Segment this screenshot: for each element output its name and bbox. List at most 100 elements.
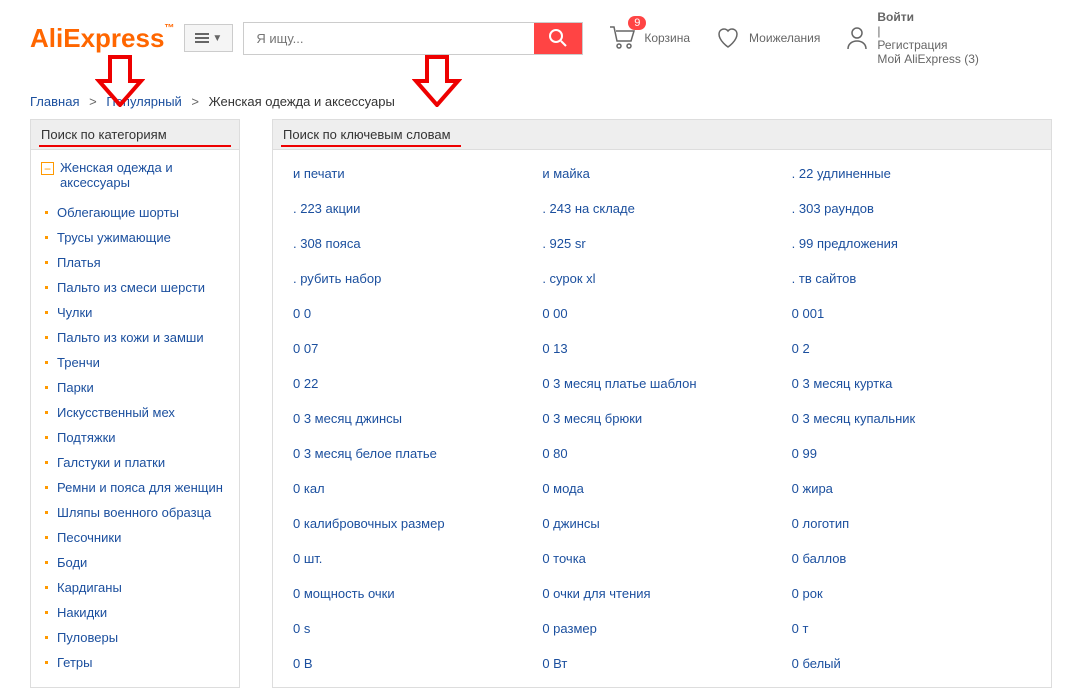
keyword-link[interactable]: . 223 акции — [293, 201, 532, 216]
search-button[interactable] — [534, 23, 582, 54]
keyword-link[interactable]: 0 07 — [293, 341, 532, 356]
logo-express: Express — [63, 23, 164, 53]
keyword-link[interactable]: 0 22 — [293, 376, 532, 391]
category-item: Искусственный мех — [41, 400, 229, 425]
sidebar-title: Поиск по категориям — [41, 127, 167, 142]
keyword-link[interactable]: 0 логотип — [792, 516, 1031, 531]
category-link[interactable]: Тренчи — [57, 355, 100, 370]
category-list: Облегающие шорты Трусы ужимающие Платья Пал… — [41, 200, 229, 675]
category-link[interactable]: Пальто из кожи и замши — [57, 330, 204, 345]
category-item: Пуловеры — [41, 625, 229, 650]
keyword-link[interactable]: . 22 удлиненные — [792, 166, 1031, 181]
keyword-link[interactable]: 0 размер — [542, 621, 781, 636]
wishlist-link[interactable]: Моижелания — [715, 26, 820, 50]
category-item: Песочники — [41, 525, 229, 550]
keyword-link[interactable]: 0 2 — [792, 341, 1031, 356]
category-item: Кардиганы — [41, 575, 229, 600]
keyword-link[interactable]: 0 0 — [293, 306, 532, 321]
keyword-link[interactable]: 0 3 месяц куртка — [792, 376, 1031, 391]
keyword-link[interactable]: 0 точка — [542, 551, 781, 566]
category-item: Чулки — [41, 300, 229, 325]
category-link[interactable]: Пальто из смеси шерсти — [57, 280, 205, 295]
keyword-link[interactable]: и печати — [293, 166, 532, 181]
category-item: Ремни и пояса для женщин — [41, 475, 229, 500]
keyword-link[interactable]: . 99 предложения — [792, 236, 1031, 251]
category-link[interactable]: Чулки — [57, 305, 92, 320]
keyword-link[interactable]: 0 80 — [542, 446, 781, 461]
cart-link[interactable]: 9 Корзина — [608, 24, 690, 53]
keyword-link[interactable]: 0 3 месяц джинсы — [293, 411, 532, 426]
category-link[interactable]: Накидки — [57, 605, 107, 620]
category-link[interactable]: Боди — [57, 555, 87, 570]
category-link[interactable]: Облегающие шорты — [57, 205, 179, 220]
register-link[interactable]: Регистрация — [877, 38, 979, 52]
keyword-link[interactable]: . сурок xl — [542, 271, 781, 286]
keyword-link[interactable]: 0 00 — [542, 306, 781, 321]
keyword-link[interactable]: . тв сайтов — [792, 271, 1031, 286]
heart-icon — [715, 26, 741, 50]
breadcrumb-current: Женская одежда и аксессуары — [209, 94, 395, 109]
category-link[interactable]: Шляпы военного образца — [57, 505, 211, 520]
keyword-link[interactable]: 0 3 месяц белое платье — [293, 446, 532, 461]
keyword-link[interactable]: 0 белый — [792, 656, 1031, 671]
category-item: Накидки — [41, 600, 229, 625]
keyword-link[interactable]: 0 13 — [542, 341, 781, 356]
keyword-link[interactable]: . 925 sr — [542, 236, 781, 251]
keyword-link[interactable]: . рубить набор — [293, 271, 532, 286]
login-link[interactable]: Войти — [877, 10, 914, 24]
search-form — [243, 22, 583, 55]
keyword-link[interactable]: 0 В — [293, 656, 532, 671]
keyword-link[interactable]: 0 3 месяц платье шаблон — [542, 376, 781, 391]
main-title: Поиск по ключевым словам — [283, 127, 451, 142]
category-link[interactable]: Платья — [57, 255, 101, 270]
keyword-link[interactable]: 0 шт. — [293, 551, 532, 566]
keyword-link[interactable]: 0 рок — [792, 586, 1031, 601]
keyword-link[interactable]: 0 001 — [792, 306, 1031, 321]
category-link[interactable]: Гетры — [57, 655, 93, 670]
keyword-link[interactable]: 0 s — [293, 621, 532, 636]
wishlist-bot: желания — [773, 31, 821, 45]
keyword-link[interactable]: 0 джинсы — [542, 516, 781, 531]
keyword-link[interactable]: 0 мода — [542, 481, 781, 496]
keyword-link[interactable]: 0 баллов — [792, 551, 1031, 566]
my-aliexpress[interactable]: Мой AliExpress (3) — [877, 52, 979, 66]
account-link[interactable]: Войти | Регистрация Мой AliExpress (3) — [845, 10, 979, 66]
logo[interactable]: AliExpress™ — [30, 23, 174, 54]
account-sep: | — [877, 24, 979, 38]
search-input[interactable] — [244, 23, 534, 54]
keyword-link[interactable]: и майка — [542, 166, 781, 181]
breadcrumb-home[interactable]: Главная — [30, 94, 79, 109]
category-item: Трусы ужимающие — [41, 225, 229, 250]
category-link[interactable]: Подтяжки — [57, 430, 116, 445]
category-link[interactable]: Пуловеры — [57, 630, 118, 645]
keyword-link[interactable]: 0 калибровочных размер — [293, 516, 532, 531]
keyword-link[interactable]: 0 жира — [792, 481, 1031, 496]
keyword-link[interactable]: . 308 пояса — [293, 236, 532, 251]
category-link[interactable]: Галстуки и платки — [57, 455, 165, 470]
wishlist-top: Мои — [749, 31, 773, 45]
keyword-link[interactable]: 0 3 месяц брюки — [542, 411, 781, 426]
keyword-link[interactable]: . 303 раундов — [792, 201, 1031, 216]
underline-annotation — [39, 145, 231, 147]
category-link[interactable]: Кардиганы — [57, 580, 122, 595]
header: AliExpress™ ▼ 9 Корзина Моижелания Войти… — [0, 0, 1082, 76]
keyword-link[interactable]: 0 99 — [792, 446, 1031, 461]
collapse-icon[interactable]: − — [41, 162, 54, 175]
category-link[interactable]: Парки — [57, 380, 94, 395]
keyword-link[interactable]: 0 т — [792, 621, 1031, 636]
keyword-link[interactable]: 0 кал — [293, 481, 532, 496]
category-link[interactable]: Песочники — [57, 530, 121, 545]
keyword-link[interactable]: 0 очки для чтения — [542, 586, 781, 601]
content: Поиск по категориям − Женская одежда и а… — [0, 119, 1082, 688]
category-link[interactable]: Трусы ужимающие — [57, 230, 171, 245]
categories-menu-button[interactable]: ▼ — [184, 24, 233, 52]
keyword-link[interactable]: 0 мощность очки — [293, 586, 532, 601]
breadcrumb-sep: > — [191, 94, 199, 109]
category-root[interactable]: − Женская одежда и аксессуары — [41, 160, 229, 190]
logo-tm: ™ — [164, 23, 174, 34]
category-link[interactable]: Ремни и пояса для женщин — [57, 480, 223, 495]
keyword-link[interactable]: . 243 на складе — [542, 201, 781, 216]
keyword-link[interactable]: 0 3 месяц купальник — [792, 411, 1031, 426]
category-link[interactable]: Искусственный мех — [57, 405, 175, 420]
keyword-link[interactable]: 0 Вт — [542, 656, 781, 671]
